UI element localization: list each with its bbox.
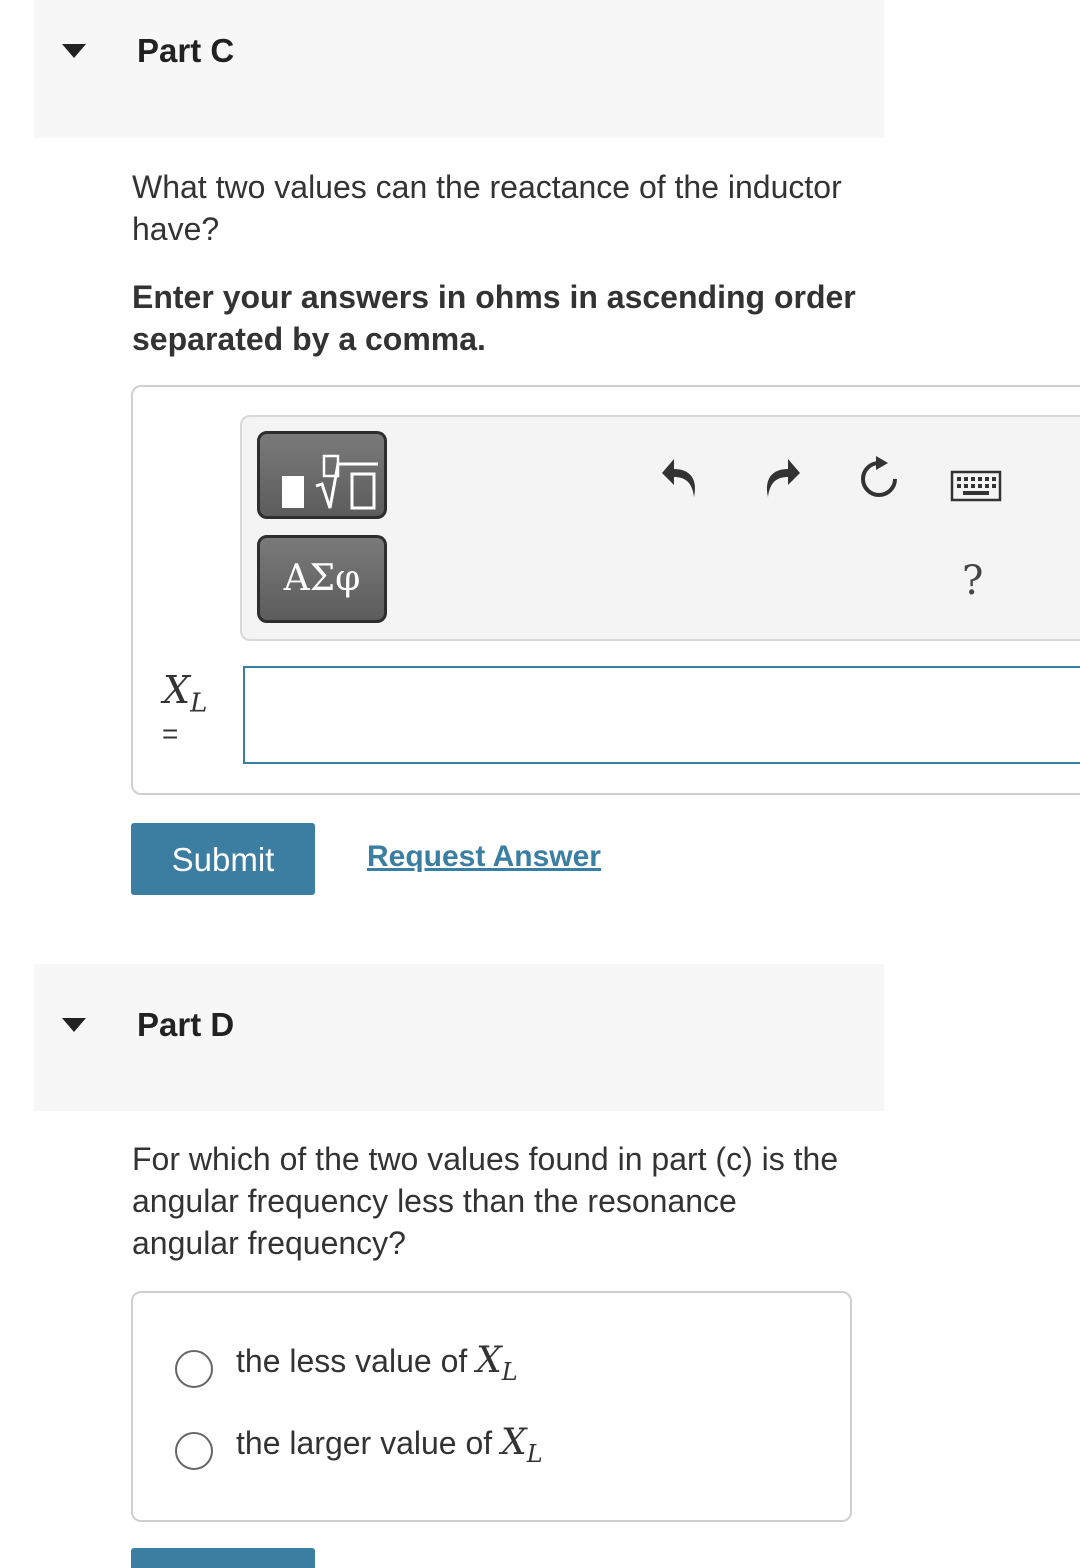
choice-label-2[interactable]: the larger value of XL (236, 1422, 543, 1468)
part-c-header[interactable]: Part C (34, 0, 884, 138)
answer-input[interactable] (243, 666, 1080, 764)
choice-symbol-1: XL (476, 1340, 518, 1386)
part-d-title: Part D (137, 1006, 235, 1043)
templates-icon (282, 454, 378, 510)
choice-text-2: the larger value of (236, 1425, 502, 1461)
radio-choice-2[interactable] (175, 1432, 213, 1470)
part-c-title: Part C (137, 32, 235, 69)
radio-choice-1[interactable] (175, 1350, 213, 1388)
choice-label-1[interactable]: the less value of XL (236, 1340, 518, 1386)
choice-box (131, 1291, 852, 1522)
help-button[interactable]: ? (962, 558, 983, 604)
choice-symbol-2: XL (501, 1422, 543, 1468)
reset-icon[interactable] (856, 455, 902, 501)
part-d-submit-button[interactable] (131, 1548, 315, 1568)
greek-symbols-button[interactable]: ΑΣφ (257, 535, 387, 623)
variable-symbol: X (163, 668, 191, 712)
redo-icon[interactable] (760, 455, 802, 501)
choice-symbol-1-sub: L (501, 1358, 518, 1387)
choice-symbol-2-sub: L (526, 1440, 543, 1469)
submit-button[interactable]: Submit (131, 823, 315, 895)
request-answer-link[interactable]: Request Answer (367, 840, 601, 874)
undo-icon[interactable] (660, 455, 702, 501)
part-c-instruction: Enter your answers in ohms in ascending … (132, 279, 856, 357)
part-d-question: For which of the two values found in par… (132, 1141, 839, 1261)
collapse-triangle-icon[interactable] (62, 1018, 86, 1032)
collapse-triangle-icon[interactable] (62, 44, 86, 58)
variable-subscript: L (190, 688, 208, 719)
keyboard-icon[interactable] (950, 470, 1002, 502)
choice-symbol-2-x: X (501, 1422, 527, 1463)
variable-label: XL (163, 668, 207, 719)
templates-button[interactable] (257, 431, 387, 519)
choice-text-1: the less value of (236, 1343, 477, 1379)
part-c-question: What two values can the reactance of the… (132, 169, 842, 247)
part-d-header[interactable]: Part D (34, 964, 884, 1111)
choice-symbol-1-x: X (476, 1340, 502, 1381)
equals-sign: = (162, 718, 179, 749)
